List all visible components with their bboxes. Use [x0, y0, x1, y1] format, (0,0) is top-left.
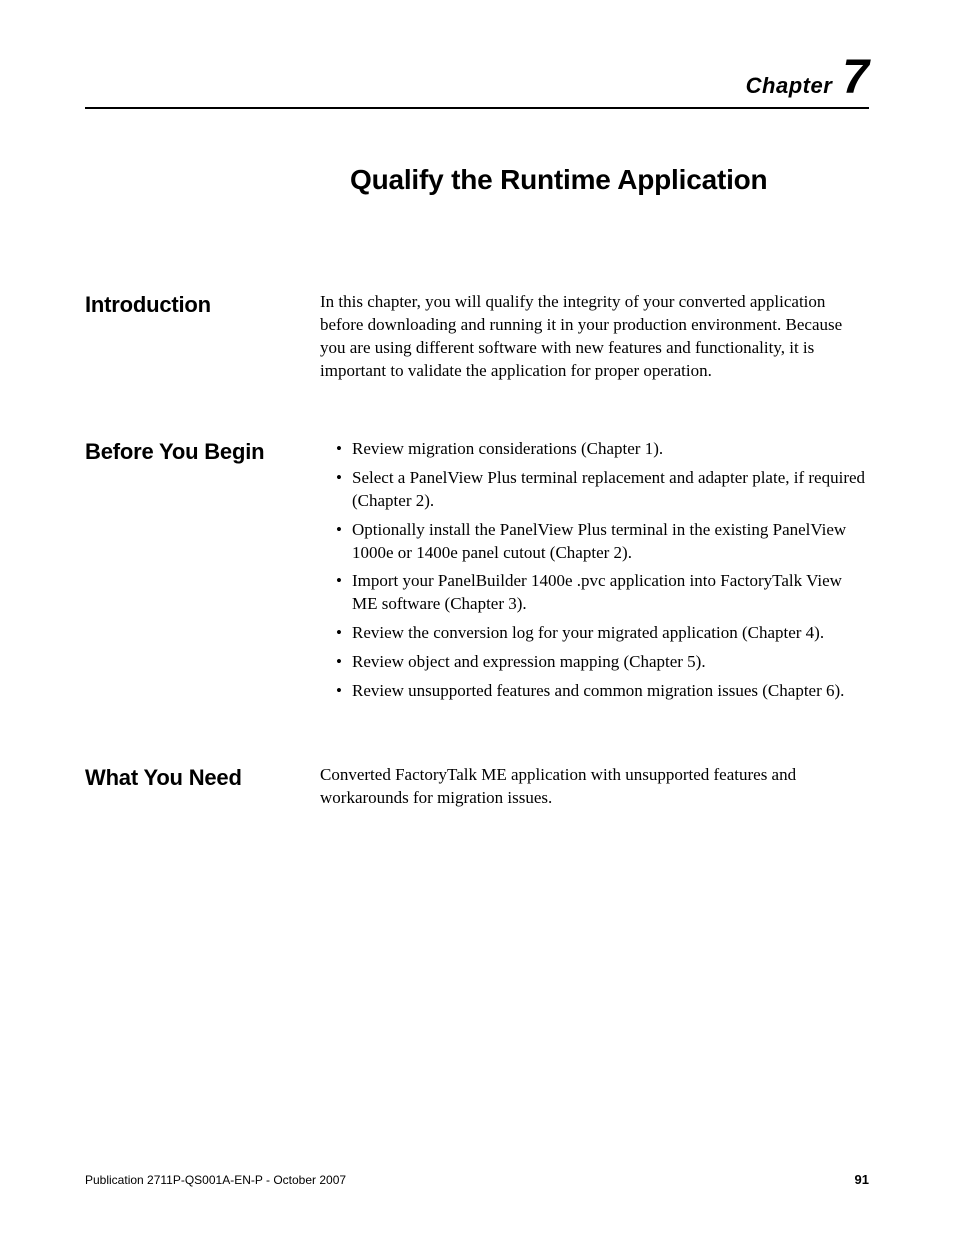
list-item: Review the conversion log for your migra… — [336, 622, 869, 645]
header-rule — [85, 107, 869, 109]
list-item: Review migration considerations (Chapter… — [336, 438, 869, 461]
publication-id: Publication 2711P-QS001A-EN-P - October … — [85, 1173, 346, 1187]
body-introduction: In this chapter, you will qualify the in… — [320, 291, 869, 383]
chapter-header: Chapter 7 — [85, 50, 869, 105]
section-before-you-begin: Before You Begin Review migration consid… — [85, 438, 869, 709]
what-you-need-text: Converted FactoryTalk ME application wit… — [320, 764, 869, 810]
heading-what-you-need: What You Need — [85, 764, 320, 791]
chapter-number: 7 — [842, 50, 869, 105]
body-what-you-need: Converted FactoryTalk ME application wit… — [320, 764, 869, 810]
heading-introduction: Introduction — [85, 291, 320, 318]
list-item: Import your PanelBuilder 1400e .pvc appl… — [336, 570, 869, 616]
page: Chapter 7 Qualify the Runtime Applicatio… — [0, 0, 954, 1235]
page-title: Qualify the Runtime Application — [350, 164, 869, 196]
section-introduction: Introduction In this chapter, you will q… — [85, 291, 869, 383]
chapter-label: Chapter — [746, 73, 833, 99]
list-item: Select a PanelView Plus terminal replace… — [336, 467, 869, 513]
list-item: Optionally install the PanelView Plus te… — [336, 519, 869, 565]
page-footer: Publication 2711P-QS001A-EN-P - October … — [85, 1172, 869, 1187]
introduction-text: In this chapter, you will qualify the in… — [320, 291, 869, 383]
body-before-you-begin: Review migration considerations (Chapter… — [320, 438, 869, 709]
list-item: Review unsupported features and common m… — [336, 680, 869, 703]
before-bullet-list: Review migration considerations (Chapter… — [320, 438, 869, 703]
list-item: Review object and expression mapping (Ch… — [336, 651, 869, 674]
section-what-you-need: What You Need Converted FactoryTalk ME a… — [85, 764, 869, 810]
heading-before-you-begin: Before You Begin — [85, 438, 320, 465]
page-number: 91 — [855, 1172, 869, 1187]
